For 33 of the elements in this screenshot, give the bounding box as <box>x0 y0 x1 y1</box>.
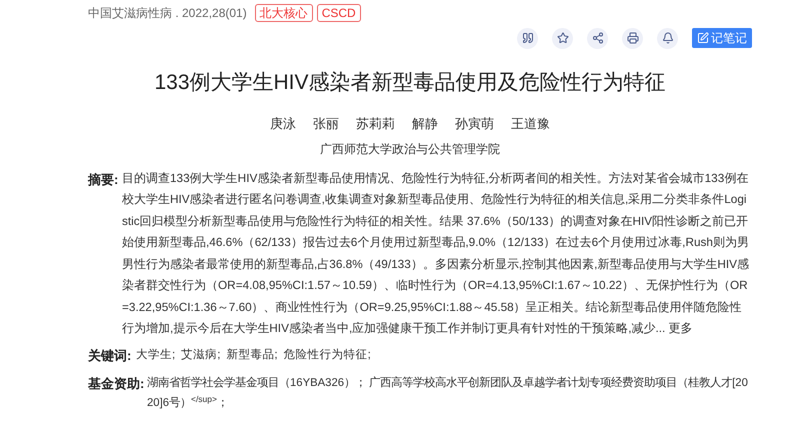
author-link[interactable]: 庚泳 <box>270 114 296 134</box>
star-icon <box>556 32 568 44</box>
author-link[interactable]: 王道豫 <box>511 114 550 134</box>
keyword-link[interactable]: 大学生; <box>136 346 176 364</box>
printer-button[interactable] <box>622 28 643 48</box>
keyword-link[interactable]: 危险性行为特征; <box>284 346 371 364</box>
affiliation-link[interactable]: 广西师范大学政治与公共管理学院 <box>320 140 500 158</box>
article-title: 133例大学生HIV感染者新型毒品使用及危险性行为特征 <box>153 70 667 96</box>
take-notes-button[interactable]: 记笔记 <box>692 28 752 48</box>
keyword-link[interactable]: 艾滋病; <box>181 346 220 364</box>
bell-button[interactable] <box>657 28 678 48</box>
author-link[interactable]: 张丽 <box>313 114 339 134</box>
keywords-label: 关键词: <box>88 346 132 364</box>
author-link[interactable]: 孙寅萌 <box>455 114 494 134</box>
quote-icon <box>522 32 534 44</box>
pen-icon <box>697 32 709 44</box>
more-link[interactable]: 更多 <box>668 321 693 335</box>
share-icon <box>592 32 604 44</box>
quote-button[interactable] <box>517 28 538 48</box>
author-link[interactable]: 解静 <box>412 114 438 134</box>
journal-source: 中国艾滋病性病 . 2022,28(01) <box>88 4 247 22</box>
star-button[interactable] <box>552 28 573 48</box>
author-link[interactable]: 苏莉莉 <box>356 114 395 134</box>
abstract-label: 摘要: <box>88 170 120 188</box>
printer-icon <box>626 32 638 44</box>
keyword-link[interactable]: 新型毒品; <box>226 346 278 364</box>
share-button[interactable] <box>587 28 608 48</box>
bell-icon <box>662 32 674 44</box>
index-tag: CSCD <box>316 4 361 22</box>
funding-text: 湖南省哲学社会学基金项目（16YBA326）； 广西高等学校高水平创新团队及卓越学者计划专项经费资助项目（桂教人才[2020]6号）$^{</sup>}$； <box>147 375 749 411</box>
funding-label: 基金资助: <box>88 375 146 393</box>
index-tag: 北大核心 <box>254 4 313 22</box>
abstract-text: 目的调查133例大学生HIV感染者新型毒品使用情况、危险性行为特征,分析两者间的相关性。方法对某省会城市133例在校大学生HIV感染者进行匿名问卷调查,收集调查对象新型毒品使用、危险性行为特征的相关信息,采用二分类非条件Logistic回归模型分析新型毒品使用与危险性行为特征的相关性。结果 37.6%（50/133）的调查对象在HIV阳性诊断之前已开始使用新型毒品,46.6%（62/133）报告过去6个月使用过新型毒品,9.0%（12/133）在过去6个月使用过冰毒,Rush则为男男性行为感染者最常使用的新型毒品,占36.8%（49/133）。多因素分析显示,控制其他因素,新型毒品使用与大学生HIV感染者群交性行为（OR=4.08,95%CI:1.57～10.59）、临时性行为（OR=4.13,95%CI:1.67～10.22）、无保护性行为（OR=3.22,95%CI:1.36～7.60）、商业性性行为（OR=9.25,95%CI:1.88～45.58）呈正相关。结论新型毒品使用伴随危险性行为增加,提示今后在大学生HIV感染者当中,应加强健康干预工作并制订更具有针对性的干预策略,减少... 更多 <box>122 170 750 337</box>
